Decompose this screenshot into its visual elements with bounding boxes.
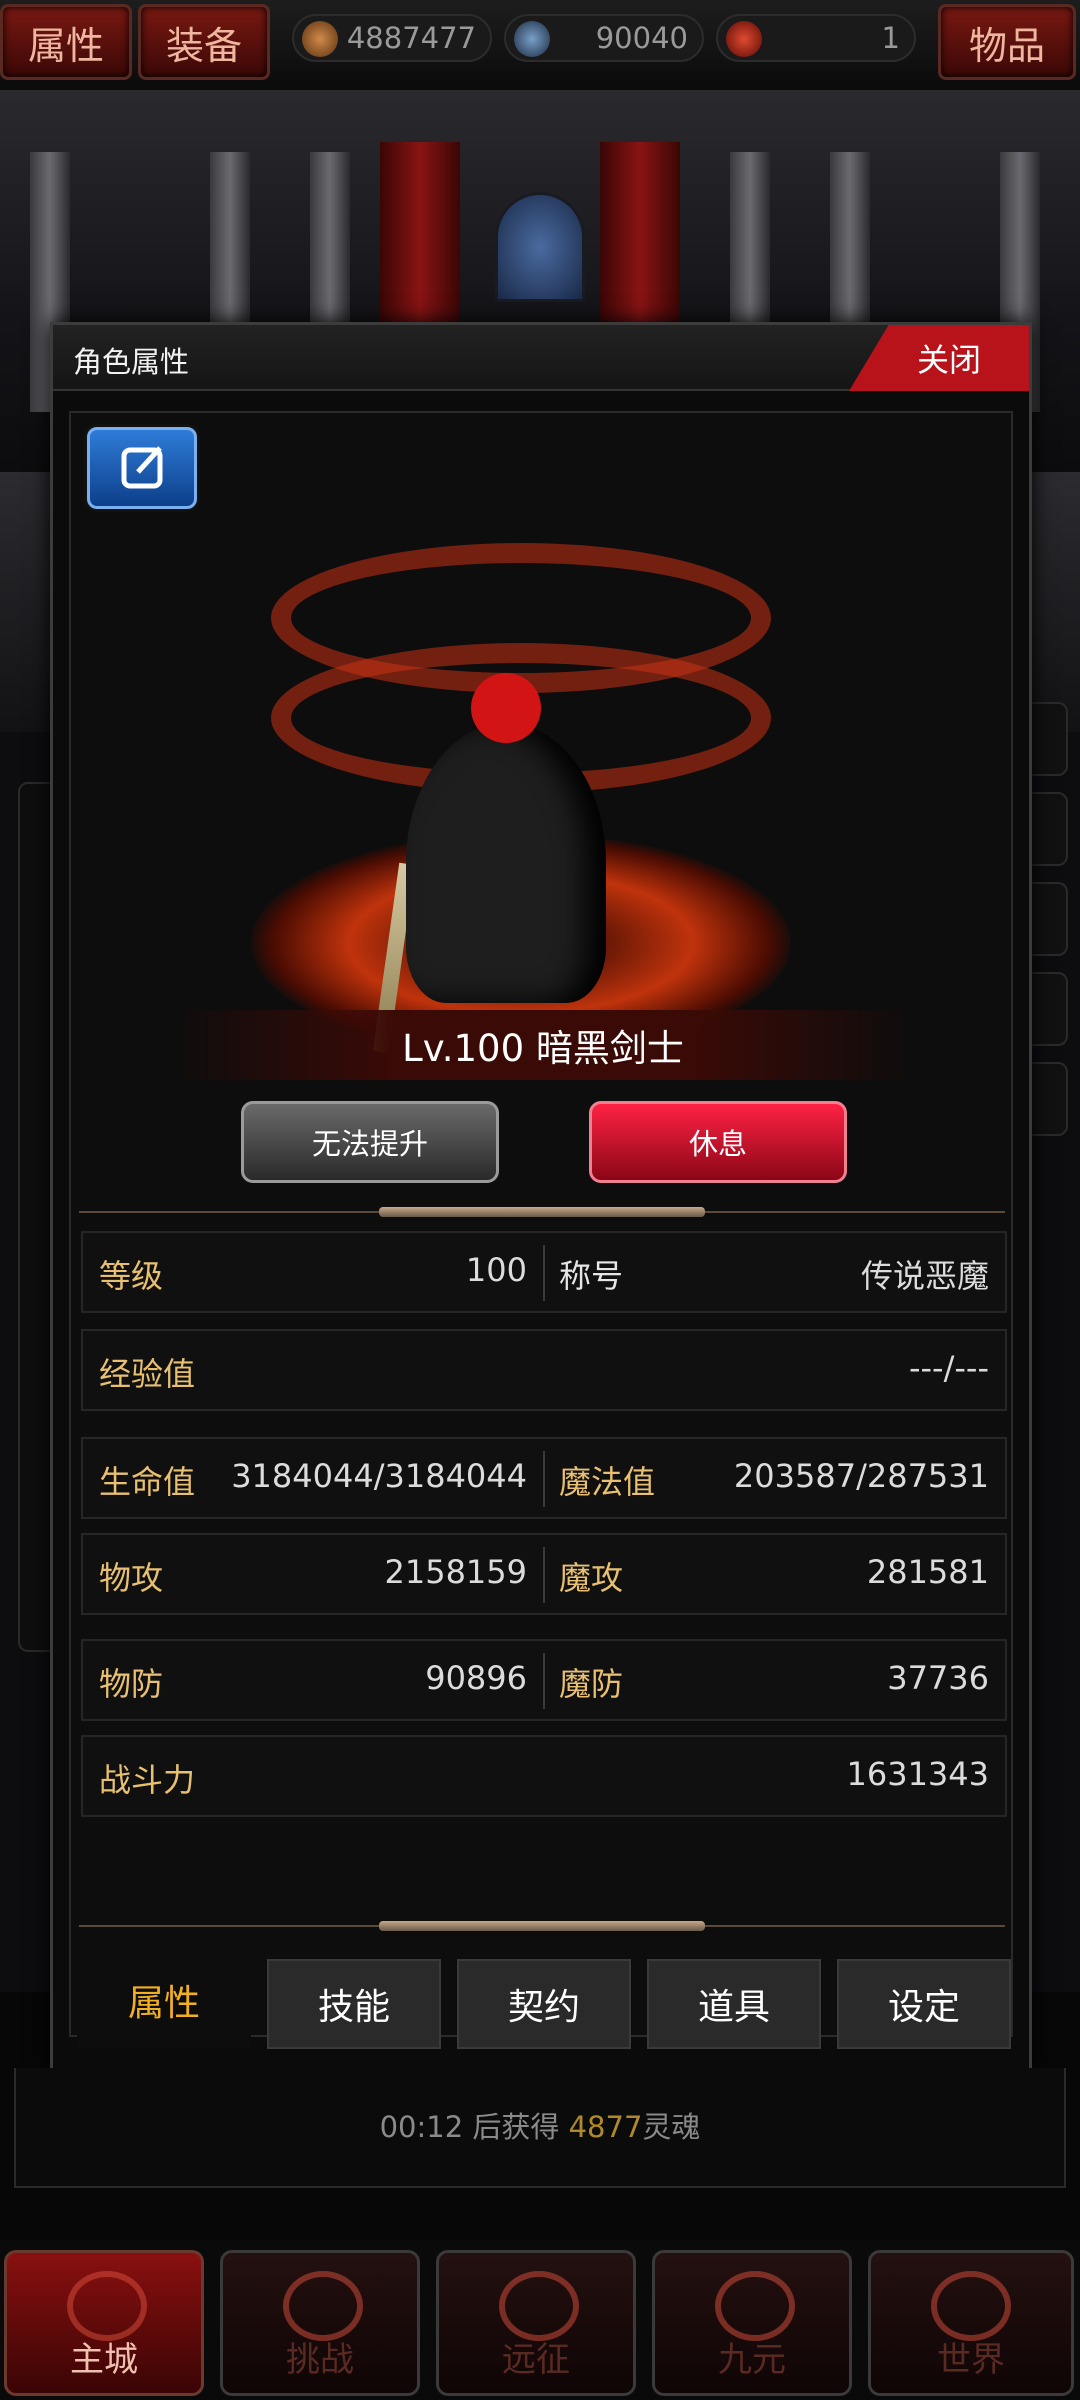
bottom-navigation: 主城 挑战 远征 九元 世界: [0, 2240, 1080, 2400]
nav-challenge[interactable]: 挑战: [220, 2250, 420, 2396]
sun-icon: [67, 2271, 147, 2341]
game-screen: 属性 装备 4887477 90040 1 物品 角色属性 关闭 Lv.100 …: [0, 0, 1080, 2400]
soul-orb-icon: [726, 21, 762, 57]
stat-row-level-title: 等级 100 称号 传说恶魔: [81, 1231, 1007, 1313]
top-bar: 属性 装备 4887477 90040 1 物品: [0, 0, 1080, 92]
flag-icon: [499, 2271, 579, 2341]
mp-value: 203587/287531: [733, 1457, 989, 1495]
magic-attack-value: 281581: [866, 1553, 989, 1591]
title-value: 传说恶魔: [860, 1257, 989, 1295]
nav-main-city[interactable]: 主城: [4, 2250, 204, 2396]
physical-defense-label: 物防: [99, 1665, 164, 1703]
physical-defense-value: 90896: [425, 1659, 527, 1697]
tab-skills[interactable]: 技能: [267, 1959, 441, 2049]
items-button[interactable]: 物品: [938, 4, 1076, 80]
character-portrait: [231, 523, 811, 1083]
stained-window: [495, 192, 585, 302]
gold-value: 4887477: [346, 21, 476, 55]
nav-nine-realms[interactable]: 九元: [652, 2250, 852, 2396]
combat-power-label: 战斗力: [99, 1761, 196, 1799]
magic-defense-label: 魔防: [559, 1665, 624, 1703]
separator: [543, 1547, 545, 1603]
title-label: 称号: [559, 1257, 624, 1295]
upgrade-button[interactable]: 无法提升: [241, 1101, 499, 1183]
character-level-name: Lv.100 暗黑剑士: [171, 1010, 915, 1080]
soul-counter: 1: [716, 14, 916, 62]
level-value: 100: [465, 1251, 527, 1289]
close-button[interactable]: 关闭: [849, 325, 1029, 391]
stat-row-defense: 物防 90896 魔防 37736: [81, 1639, 1007, 1721]
stat-row-attack: 物攻 2158159 魔攻 281581: [81, 1533, 1007, 1615]
soul-amount: 4877: [568, 2110, 643, 2144]
exp-label: 经验值: [99, 1355, 196, 1393]
character-hair: [471, 673, 541, 743]
mp-label: 魔法值: [559, 1463, 656, 1501]
divider: [79, 1207, 1005, 1217]
dialog-tabs: 属性 技能 契约 道具 设定: [71, 1951, 1015, 2049]
stat-row-hp-mp: 生命值 3184044/3184044 魔法值 203587/287531: [81, 1437, 1007, 1519]
stat-row-power: 战斗力 1631343: [81, 1735, 1007, 1817]
tab-settings[interactable]: 设定: [837, 1959, 1011, 2049]
level-label: 等级: [99, 1257, 164, 1295]
magic-defense-value: 37736: [887, 1659, 989, 1697]
hp-value: 3184044/3184044: [231, 1457, 527, 1495]
dialog-title: 角色属性: [73, 345, 190, 379]
rest-button[interactable]: 休息: [589, 1101, 847, 1183]
tab-contract[interactable]: 契约: [457, 1959, 631, 2049]
exp-value: ---/---: [908, 1349, 989, 1387]
timer-prefix: 00:12 后获得: [379, 2110, 569, 2144]
separator: [543, 1245, 545, 1301]
stat-row-exp: 经验值 ---/---: [81, 1329, 1007, 1411]
soul-value: 1: [881, 21, 900, 55]
gold-counter: 4887477: [292, 14, 492, 62]
tab-attributes-panel[interactable]: 属性: [77, 1951, 251, 2049]
dialog-body: Lv.100 暗黑剑士 无法提升 休息 等级 100 称号 传说恶魔 经验值 -…: [69, 411, 1013, 2049]
tab-props[interactable]: 道具: [647, 1959, 821, 2049]
character-body: [406, 723, 606, 1003]
tab-attributes[interactable]: 属性: [0, 4, 132, 80]
combat-power-value: 1631343: [846, 1755, 989, 1793]
nav-expedition[interactable]: 远征: [436, 2250, 636, 2396]
flame-icon: [715, 2271, 795, 2341]
reward-timer: 00:12 后获得 4877灵魂: [0, 2104, 1080, 2146]
swords-icon: [283, 2271, 363, 2341]
separator: [543, 1451, 545, 1507]
edit-icon: [121, 446, 163, 489]
physical-attack-label: 物攻: [99, 1559, 164, 1597]
skull-value: 90040: [595, 21, 688, 55]
globe-icon: [931, 2271, 1011, 2341]
nav-world[interactable]: 世界: [868, 2250, 1074, 2396]
magic-attack-label: 魔攻: [559, 1559, 624, 1597]
skull-icon: [514, 21, 550, 57]
timer-suffix: 灵魂: [642, 2110, 701, 2144]
edit-button[interactable]: [87, 427, 197, 509]
hp-label: 生命值: [99, 1463, 196, 1501]
dialog-header: 角色属性 关闭: [53, 325, 1029, 391]
character-attributes-dialog: 角色属性 关闭 Lv.100 暗黑剑士 无法提升 休息 等级 100 称号 传说…: [50, 322, 1032, 2074]
gold-coin-icon: [302, 21, 338, 57]
physical-attack-value: 2158159: [384, 1553, 527, 1591]
skull-counter: 90040: [504, 14, 704, 62]
tab-equipment[interactable]: 装备: [138, 4, 270, 80]
separator: [543, 1653, 545, 1709]
divider: [79, 1921, 1005, 1931]
